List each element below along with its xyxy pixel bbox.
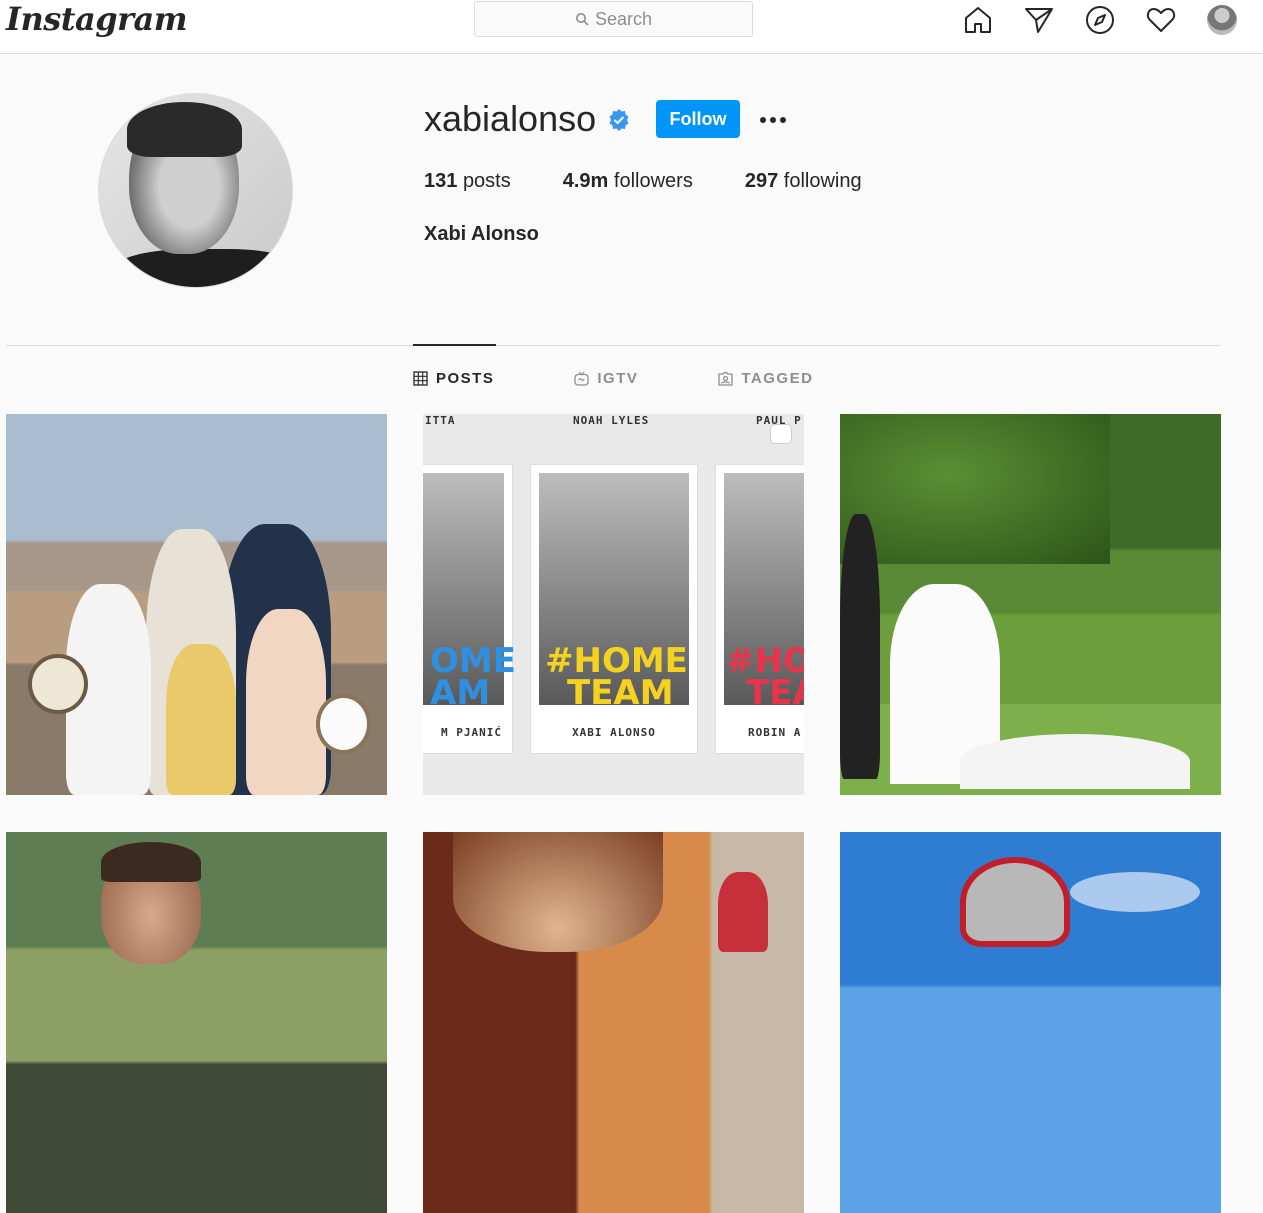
- story-card: #HO TEA ROBIN A: [715, 464, 804, 754]
- tagline-line2: AM: [430, 673, 491, 713]
- more-dot: [780, 117, 786, 123]
- avatar: [1207, 5, 1237, 35]
- profile-picture[interactable]: [98, 93, 293, 288]
- home-icon[interactable]: [960, 2, 996, 38]
- explore-icon[interactable]: [1082, 2, 1118, 38]
- stat-following[interactable]: 297 following: [745, 170, 862, 193]
- igtv-icon: [574, 371, 590, 386]
- photo-trophy: [960, 857, 1070, 947]
- profile-picture-hair: [127, 102, 242, 157]
- tab-posts-label: POSTS: [436, 370, 495, 387]
- followers-count: 4.9m: [562, 170, 609, 192]
- igtv-badge-icon: [770, 424, 792, 444]
- followers-label: followers: [613, 170, 693, 192]
- photo-figure: [166, 644, 236, 795]
- story-card: OME AM M PJANIĆ: [423, 464, 516, 754]
- following-label: following: [783, 170, 862, 192]
- profile-picture-shirt: [109, 249, 292, 287]
- tagline-line2: TEAM: [567, 673, 674, 713]
- story-card-tagline: #HOME TEAM: [545, 644, 688, 713]
- photo-cloud: [1070, 872, 1200, 912]
- posts-label: posts: [462, 170, 511, 192]
- tab-tagged-label: TAGGED: [741, 370, 814, 387]
- tab-igtv-label: IGTV: [597, 370, 639, 387]
- top-navigation-bar: Instagram Search: [0, 0, 1263, 54]
- active-tab-indicator: [413, 344, 496, 346]
- posts-count: 131: [424, 170, 458, 192]
- stat-followers[interactable]: 4.9m followers: [563, 170, 693, 193]
- grid-icon: [413, 371, 428, 386]
- search-input[interactable]: Search: [474, 1, 753, 37]
- photo-veil: [960, 734, 1190, 789]
- more-dot: [770, 117, 776, 123]
- story-card-name: XABI ALONSO: [572, 726, 656, 739]
- direct-icon[interactable]: [1021, 2, 1057, 38]
- profile-tabs: POSTS IGTV TAGGED: [413, 370, 813, 387]
- profile-username: xabialonso: [424, 98, 597, 139]
- tab-tagged[interactable]: TAGGED: [718, 370, 813, 387]
- photo-figure: [246, 609, 326, 795]
- activity-icon[interactable]: [1143, 2, 1179, 38]
- stat-posts: 131 posts: [424, 170, 511, 193]
- more-options-icon[interactable]: [756, 103, 790, 137]
- instagram-logo[interactable]: Instagram: [6, 0, 188, 38]
- post-thumbnail[interactable]: [6, 832, 387, 1213]
- post-thumbnail[interactable]: ITTA NOAH LYLES PAUL P OME AM M PJANIĆ #…: [423, 414, 804, 795]
- nav-icons: [960, 2, 1240, 38]
- post2-top-name: NOAH LYLES: [573, 414, 650, 427]
- tab-posts[interactable]: POSTS: [413, 370, 494, 387]
- tab-igtv[interactable]: IGTV: [574, 370, 638, 387]
- photo-figure: [718, 872, 768, 952]
- search-placeholder: Search: [594, 8, 653, 29]
- photo-groom: [840, 514, 880, 779]
- post-thumbnail[interactable]: [6, 414, 387, 795]
- follow-button[interactable]: Follow: [656, 100, 740, 138]
- profile-stats: 131 posts 4.9m followers 297 following: [424, 170, 914, 193]
- photo-tree: [840, 414, 1110, 564]
- search-icon: [575, 13, 589, 26]
- following-count: 297: [744, 170, 779, 192]
- story-card: #HOME TEAM XABI ALONSO: [530, 464, 698, 754]
- photo-hat: [28, 654, 88, 714]
- post-thumbnail[interactable]: [840, 414, 1221, 795]
- tabs-divider: [6, 345, 1221, 346]
- post-thumbnail[interactable]: [840, 832, 1221, 1213]
- profile-full-name: Xabi Alonso: [424, 223, 539, 245]
- photo-hat: [316, 694, 371, 754]
- post-thumbnail[interactable]: [423, 832, 804, 1213]
- story-card-tagline: #HO TEA: [726, 644, 804, 713]
- photo-face: [453, 832, 663, 952]
- verified-badge-icon: [609, 109, 629, 131]
- story-card-name: ROBIN A: [748, 726, 802, 739]
- tagged-icon: [718, 371, 734, 386]
- photo-hair: [101, 842, 201, 882]
- post2-top-name: ITTA: [425, 414, 456, 427]
- story-card-tagline: OME AM: [430, 644, 516, 713]
- tagline-line2: TEA: [746, 673, 804, 713]
- profile-avatar[interactable]: [1204, 2, 1240, 38]
- story-card-name: M PJANIĆ: [441, 726, 502, 739]
- more-dot: [760, 117, 766, 123]
